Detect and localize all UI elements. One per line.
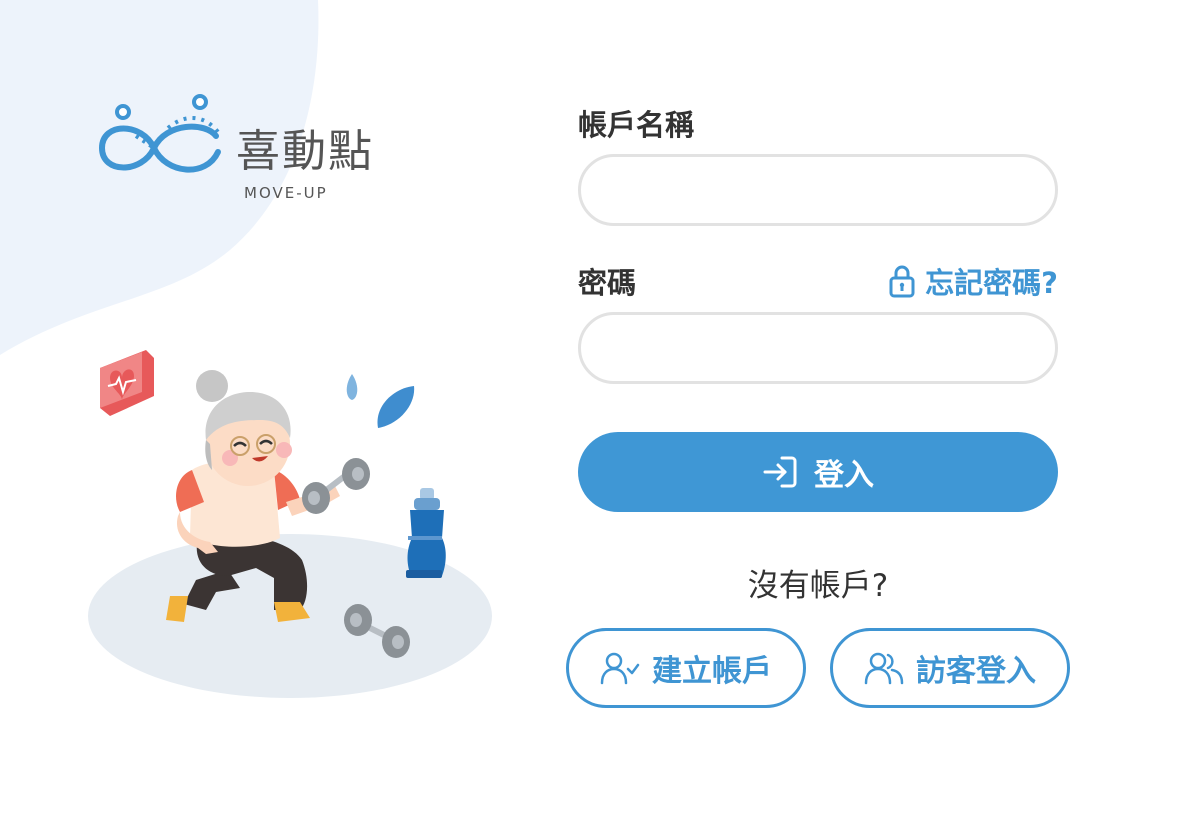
brand-logo: 喜動點 MOVE-UP: [96, 92, 416, 212]
password-input[interactable]: [578, 312, 1058, 384]
heart-badge-icon: [100, 350, 154, 416]
no-account-text: 沒有帳戶?: [747, 568, 889, 604]
water-bottle-icon: [406, 488, 446, 578]
forgot-password-link[interactable]: 忘記密碼?: [889, 262, 1058, 300]
forgot-password-label: 忘記密碼?: [925, 266, 1058, 300]
brand-name: 喜動點: [236, 126, 374, 177]
login-arrow-icon: [763, 456, 797, 488]
user-check-icon: [600, 652, 640, 685]
create-account-label: 建立帳戶: [652, 654, 772, 689]
login-form: 帳戶名稱 密碼 忘記密碼? 登入 沒有帳戶? 建立帳戶 訪客登入: [566, 0, 1070, 834]
users-icon: [864, 652, 904, 685]
brand-subtitle: MOVE-UP: [244, 184, 328, 202]
create-account-button[interactable]: 建立帳戶: [566, 628, 806, 708]
guest-login-button[interactable]: 訪客登入: [830, 628, 1070, 708]
login-button-label: 登入: [814, 458, 874, 493]
username-label: 帳戶名稱: [578, 108, 695, 142]
infinity-logo-icon: [98, 94, 221, 173]
lock-icon: [889, 265, 915, 298]
guest-login-label: 訪客登入: [916, 654, 1036, 689]
password-label: 密碼: [578, 266, 637, 300]
exercise-illustration: [88, 350, 492, 698]
login-button[interactable]: 登入: [578, 432, 1058, 512]
username-input[interactable]: [578, 154, 1058, 226]
